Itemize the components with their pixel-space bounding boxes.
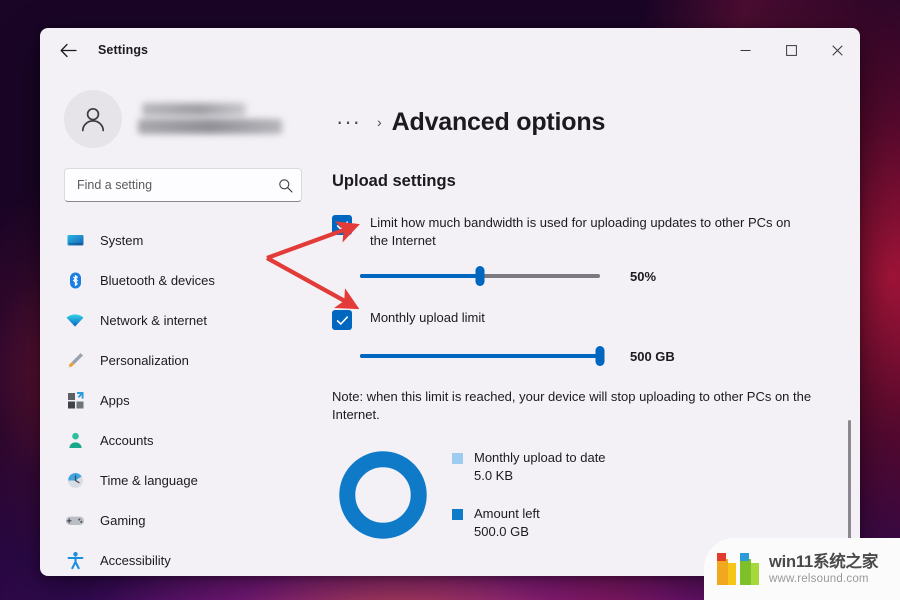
account-name-redacted — [138, 100, 286, 138]
arrow-left-icon — [60, 43, 77, 57]
search-input[interactable] — [77, 178, 278, 192]
sidebar-item-apps[interactable]: Apps — [54, 380, 314, 420]
breadcrumb-separator: › — [376, 114, 382, 130]
watermark: win11系统之家 www.relsound.com — [704, 538, 900, 600]
main-content: ··· › Advanced options Upload settings L… — [326, 72, 860, 576]
person-icon — [64, 429, 86, 451]
sidebar-item-gaming[interactable]: Gaming — [54, 500, 314, 540]
sidebar-item-system[interactable]: System — [54, 220, 314, 260]
legend-swatch-amount-left — [452, 509, 463, 520]
nav-list: System Bluetooth & devices Network & int… — [40, 220, 326, 576]
titlebar: Settings — [40, 28, 860, 72]
monthly-limit-slider[interactable] — [360, 346, 605, 366]
wifi-icon — [64, 309, 86, 331]
legend-item-amount-left: Amount left 500.0 GB — [452, 505, 606, 541]
bandwidth-slider-row: 50% — [360, 266, 860, 286]
app-title: Settings — [98, 43, 149, 57]
maximize-icon — [785, 44, 797, 56]
legend-value-uploaded: 5.0 KB — [474, 468, 514, 483]
sidebar-item-network-internet[interactable]: Network & internet — [54, 300, 314, 340]
monthly-upload-limit-checkbox[interactable] — [332, 310, 352, 330]
legend-item-uploaded: Monthly upload to date 5.0 KB — [452, 449, 606, 485]
legend-label-amount-left: Amount left — [474, 506, 540, 521]
watermark-title: win11系统之家 — [769, 552, 879, 571]
breadcrumb-ellipsis-button[interactable]: ··· — [332, 111, 365, 133]
bandwidth-slider-value: 50% — [630, 268, 657, 284]
sidebar-item-label: System — [100, 232, 144, 248]
sidebar-item-label: Personalization — [100, 352, 189, 368]
legend-value-amount-left: 500.0 GB — [474, 524, 529, 539]
upload-usage-chart: Monthly upload to date 5.0 KB Amount lef… — [336, 448, 860, 542]
settings-window: Settings Find a setting System Bluetooth… — [40, 28, 860, 576]
sidebar-item-label: Time & language — [100, 472, 198, 488]
sidebar-item-personalization[interactable]: Personalization — [54, 340, 314, 380]
bandwidth-slider-fill — [360, 274, 480, 278]
maximize-button[interactable] — [768, 28, 814, 72]
section-title: Upload settings — [332, 172, 456, 190]
sidebar-item-accounts[interactable]: Accounts — [54, 420, 314, 460]
close-icon — [831, 44, 843, 56]
note-text: Note: when this limit is reached, your d… — [332, 389, 812, 422]
sidebar-item-label: Bluetooth & devices — [100, 272, 215, 288]
bluetooth-icon — [64, 269, 86, 291]
window-controls — [722, 28, 860, 72]
bandwidth-slider-thumb[interactable] — [475, 266, 485, 286]
paintbrush-icon — [64, 349, 86, 371]
monthly-limit-slider-fill — [360, 354, 600, 358]
search-box[interactable] — [64, 168, 302, 202]
back-button[interactable] — [52, 34, 84, 66]
clock-icon — [64, 469, 86, 491]
checkmark-icon — [336, 315, 348, 325]
sidebar-item-label: Accessibility — [100, 552, 171, 568]
window-body: System Bluetooth & devices — [40, 72, 860, 576]
monthly-limit-slider-thumb[interactable] — [595, 346, 605, 366]
win11-blocks-logo — [717, 553, 759, 585]
accessibility-icon — [64, 549, 86, 571]
bandwidth-limit-label: Limit how much bandwidth is used for upl… — [370, 215, 791, 248]
sidebar-item-time-language[interactable]: Time & language — [54, 460, 314, 500]
usage-chart-legend: Monthly upload to date 5.0 KB Amount lef… — [452, 449, 606, 541]
breadcrumb: ··· › Advanced options — [326, 102, 860, 142]
bandwidth-slider[interactable] — [360, 266, 600, 286]
checkmark-icon — [336, 220, 348, 230]
person-avatar-icon — [81, 107, 105, 132]
legend-swatch-uploaded — [452, 453, 463, 464]
watermark-url: www.relsound.com — [769, 572, 869, 585]
desktop: Settings Find a setting System Bluetooth… — [0, 0, 900, 600]
sidebar-item-label: Accounts — [100, 432, 154, 448]
monthly-upload-limit-label: Monthly upload limit — [370, 310, 485, 325]
page-title: Advanced options — [391, 107, 606, 136]
sidebar-item-accessibility[interactable]: Accessibility — [54, 540, 314, 576]
watermark-text: win11系统之家 www.relsound.com — [769, 553, 878, 586]
sidebar-item-label: Network & internet — [100, 312, 207, 328]
setting-row-bandwidth-limit: Limit how much bandwidth is used for upl… — [332, 214, 860, 250]
minimize-icon — [740, 49, 750, 51]
scrollbar-track[interactable] — [844, 72, 856, 576]
sidebar-item-label: Apps — [100, 392, 130, 408]
usage-donut-chart — [339, 451, 427, 539]
sidebar-item-bluetooth-devices[interactable]: Bluetooth & devices — [54, 260, 314, 300]
setting-row-monthly-upload-limit: Monthly upload limit — [332, 309, 860, 330]
bandwidth-limit-checkbox[interactable] — [332, 215, 352, 235]
sidebar: System Bluetooth & devices — [40, 72, 326, 576]
monthly-limit-slider-value: 500 GB — [630, 348, 675, 364]
monthly-limit-slider-row: 500 GB — [360, 346, 860, 366]
sidebar-item-label: Gaming — [100, 512, 146, 528]
account-block[interactable] — [40, 72, 326, 150]
search-icon[interactable] — [278, 178, 293, 193]
minimize-button[interactable] — [722, 28, 768, 72]
avatar — [64, 90, 122, 148]
apps-grid-icon — [64, 389, 86, 411]
search-wrap — [40, 150, 326, 202]
monitor-icon — [64, 229, 86, 251]
gamepad-icon — [64, 509, 86, 531]
legend-label-uploaded: Monthly upload to date — [474, 450, 606, 465]
close-button[interactable] — [814, 28, 860, 72]
